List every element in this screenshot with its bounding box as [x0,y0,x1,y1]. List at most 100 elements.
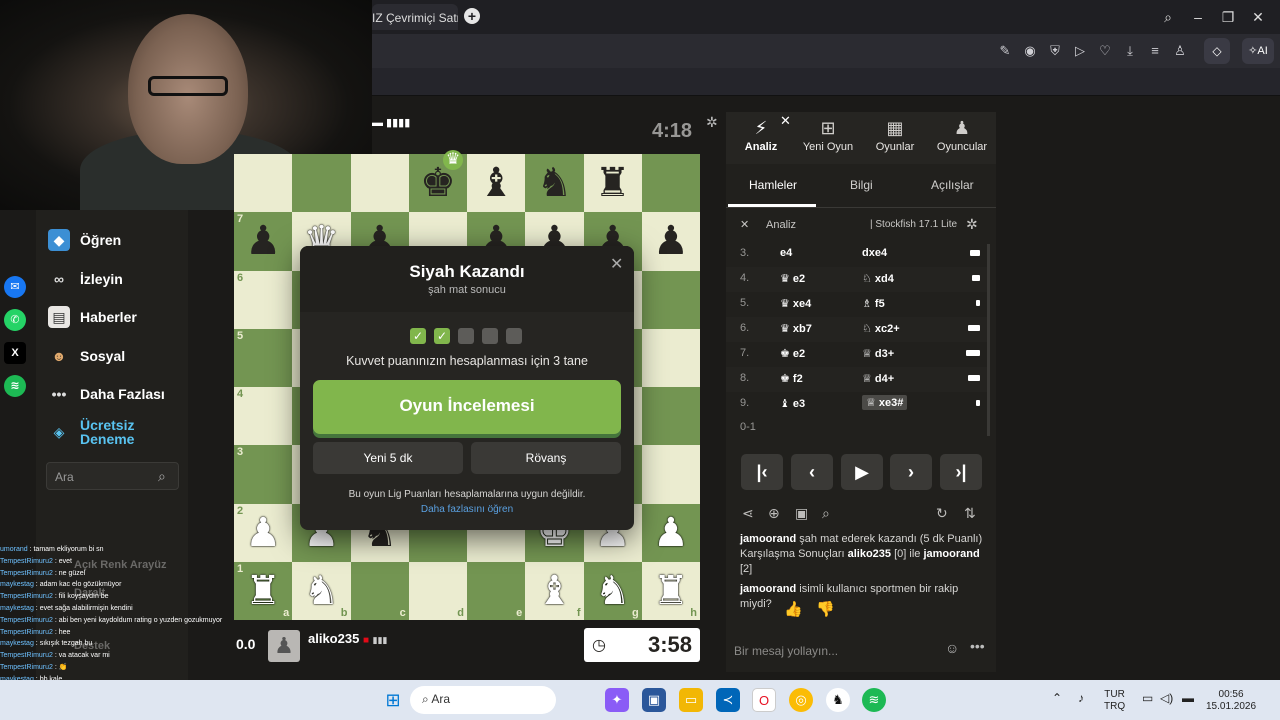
board-square[interactable]: 6 [234,270,293,329]
edit-icon[interactable]: ✎ [996,42,1014,60]
zoom-icon[interactable]: ⌕ [822,505,830,522]
board-square[interactable]: ♚ ♛ [408,150,467,213]
board-square[interactable]: ♞ [525,154,584,213]
language-indicator[interactable]: TUR TRQ [1104,689,1125,713]
black-bishop-icon[interactable]: ♝ [478,163,514,203]
next-move-button[interactable]: › [890,454,932,490]
battery-icon[interactable]: ▬ [1182,692,1194,704]
close-window-icon[interactable]: ✕ [1246,6,1270,28]
sidebar-item-learn[interactable]: ◆ Öğren [48,228,121,252]
add-icon[interactable]: ⊕ [768,505,780,522]
share-icon[interactable]: ⋖ [742,505,754,522]
new-tab-button[interactable]: + [464,8,480,24]
opera-icon[interactable]: O [752,688,776,712]
board-square[interactable]: b ♞ [292,561,351,620]
move-list-scrollbar[interactable] [987,244,990,436]
board-square[interactable] [350,154,409,213]
new-game-button[interactable]: Yeni 5 dk [313,442,463,474]
spotify-icon[interactable]: ≋ [4,375,26,397]
windows-start-icon[interactable]: ⊞ [381,688,405,712]
white-move[interactable]: ♚ f2 [780,372,803,385]
sidebar-item-news[interactable]: ▤ Haberler [48,305,137,329]
board-square[interactable] [641,154,700,213]
more-options-icon[interactable]: ••• [970,638,985,654]
browser-tab-active[interactable]: IZ Çevrimiçi Satranç [372,4,458,30]
board-square[interactable]: f ♝ [525,561,584,620]
store-icon[interactable]: ▣ [642,688,666,712]
board-square[interactable] [641,270,700,329]
whatsapp-icon[interactable]: ✆ [4,309,26,331]
board-square[interactable] [234,154,293,213]
board-square[interactable]: d [408,561,467,620]
board-square[interactable] [641,328,700,387]
chat-username[interactable]: jamoorand [740,583,796,595]
toggle-off-icon[interactable]: ✕ [740,218,749,231]
black-move[interactable]: ♕ xe3# [862,395,908,410]
thumbs-up-icon[interactable]: 👍 [784,600,803,618]
tab-new-game[interactable]: ⊞ Yeni Oyun [795,118,861,153]
camera-icon[interactable]: ◉ [1021,42,1039,60]
white-pawn-icon[interactable]: ♟ [245,513,281,553]
thumbs-down-icon[interactable]: 👎 [816,600,835,618]
copilot-icon[interactable]: ✦ [605,688,629,712]
chess-app-icon[interactable]: ♞ [826,688,850,712]
board-square[interactable]: ♝ [467,154,526,213]
white-rook-icon[interactable]: ♜ [653,571,689,611]
profile-icon[interactable]: ♙ [1171,42,1189,60]
first-move-button[interactable]: |‹ [741,454,783,490]
board-square[interactable]: 1 a ♜ [234,561,293,620]
tab-games[interactable]: ▦ Oyunlar [862,118,928,153]
white-pawn-icon[interactable]: ♟ [653,513,689,553]
white-move[interactable]: ♛ xe4 [780,297,811,310]
tab-info[interactable]: Bilgi [850,178,873,192]
white-move[interactable]: ♝ e3 [780,397,805,410]
tab-openings[interactable]: Açılışlar [931,178,974,192]
maximize-icon[interactable]: ❐ [1216,6,1240,28]
black-move[interactable]: ♘ xd4 [862,272,894,285]
board-square[interactable] [292,154,351,213]
play-button[interactable]: ▶ [841,454,883,490]
download-icon[interactable]: ⤓ [1121,42,1139,60]
board-square[interactable]: 7 ♟ [234,212,293,271]
ai-button[interactable]: ✧AI [1242,38,1274,64]
taskbar-search[interactable]: ⌕ Ara [410,686,556,714]
x-icon[interactable]: X [4,342,26,364]
chat-username[interactable]: jamoorand [923,548,979,560]
board-square[interactable]: 2 ♟ [234,503,293,562]
white-move[interactable]: ♛ e2 [780,272,805,285]
black-pawn-icon[interactable]: ♟ [245,221,281,261]
gear-icon[interactable]: ✲ [706,114,718,131]
white-knight-icon[interactable]: ♞ [595,571,631,611]
chevron-up-icon[interactable]: ⌃ [1052,692,1062,704]
image-icon[interactable]: ▣ [795,505,808,522]
white-move[interactable]: ♛ xb7 [780,322,812,335]
bottom-player-name[interactable]: aliko235 ■ ▮▮▮ [308,631,387,646]
search-icon[interactable]: ⌕ [1156,6,1180,28]
chat-username[interactable]: aliko235 [848,548,891,560]
chat-username[interactable]: jamoorand [740,533,796,545]
black-move[interactable]: ♕ d3+ [862,347,894,360]
board-square[interactable]: g ♞ [583,561,642,620]
sidebar-item-free-trial[interactable]: ◈ Ücretsiz Deneme [48,418,178,446]
tab-moves[interactable]: Hamleler [749,178,797,192]
play-icon[interactable]: ▷ [1071,42,1089,60]
board-square[interactable]: ♟ [641,212,700,271]
learn-more-link[interactable]: Daha fazlasını öğren [300,504,634,515]
sidebar-item-more[interactable]: ••• Daha Fazlası [48,382,165,406]
minimize-icon[interactable]: – [1186,6,1210,28]
board-square[interactable]: h ♜ [641,561,700,620]
prev-move-button[interactable]: ‹ [791,454,833,490]
board-square[interactable]: 3 [234,445,293,504]
board-square[interactable]: 5 [234,328,293,387]
volume-icon[interactable]: ◁) [1160,692,1173,704]
vscode-icon[interactable]: ≺ [716,688,740,712]
menu-lines-icon[interactable]: ≡ [1146,42,1164,60]
shield-icon[interactable]: ⛨ [1046,42,1064,60]
gear-icon[interactable]: ✲ [966,216,978,233]
white-rook-icon[interactable]: ♜ [245,571,281,611]
address-bar[interactable] [372,34,1280,68]
spotify-icon[interactable]: ≋ [862,688,886,712]
white-move[interactable]: ♚ e2 [780,347,805,360]
clock-area[interactable]: 00:56 15.01.2026 [1206,689,1256,713]
board-square[interactable]: 4 [234,387,293,446]
